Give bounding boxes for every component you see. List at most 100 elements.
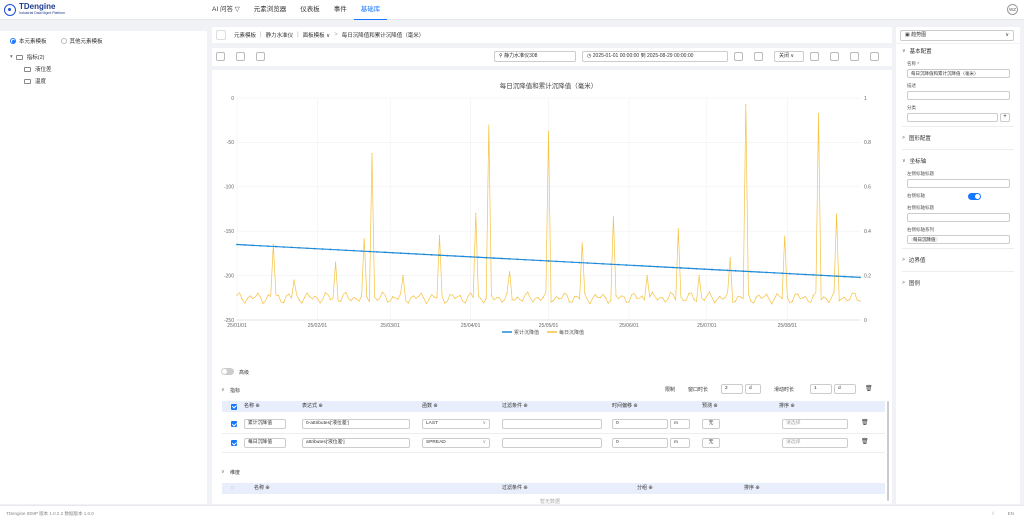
section-legend[interactable]: > 图例: [896, 276, 1020, 290]
view-select[interactable]: ▣ 趋势图 ∨: [900, 30, 1014, 41]
language-switch[interactable]: EN: [1008, 506, 1014, 522]
advanced-toggle[interactable]: [221, 368, 234, 375]
row-offset-unit[interactable]: m: [670, 438, 690, 448]
row-expression-input[interactable]: attributes['液位差']: [302, 438, 410, 448]
window-input[interactable]: 2: [721, 384, 743, 394]
delete-icon[interactable]: 🗑: [861, 438, 869, 445]
row-function-select[interactable]: SPREAD ∨: [422, 438, 490, 448]
y-right-tick-label: 0.2: [864, 273, 871, 279]
cumulative-series-point: [321, 248, 324, 250]
breadcrumb-item[interactable]: 静力水准仪: [266, 31, 294, 39]
radio-other-template[interactable]: 其他元素模板: [60, 37, 103, 45]
radio-this-template[interactable]: 本元素模板: [10, 37, 47, 45]
row-offset-input[interactable]: 0: [612, 438, 668, 448]
cumulative-series-point: [438, 254, 441, 257]
view-label: 趋势图: [911, 32, 927, 38]
row-offset-input[interactable]: 0: [612, 419, 668, 429]
daily-series-point: [636, 297, 638, 299]
daily-series-point: [542, 296, 544, 298]
collapse-sidebar-icon[interactable]: [216, 30, 226, 40]
row-filter-input[interactable]: [502, 438, 602, 448]
window-unit-select[interactable]: d: [745, 384, 761, 394]
history-icon[interactable]: [830, 52, 839, 61]
right-axis-toggle[interactable]: [968, 193, 981, 200]
daily-series-point: [553, 299, 555, 301]
row-filter-input[interactable]: [502, 419, 602, 429]
breadcrumb-item[interactable]: 面板模板 ∨: [303, 31, 331, 39]
save-icon[interactable]: [236, 52, 245, 61]
moon-icon[interactable]: ☾: [992, 506, 996, 522]
row-checkbox[interactable]: [231, 440, 237, 446]
daily-series-point: [303, 296, 306, 299]
left-axis-input[interactable]: [907, 179, 1010, 188]
row-function-select[interactable]: LAST ∨: [422, 419, 490, 429]
nav-library[interactable]: 基础库: [353, 0, 388, 20]
export-icon[interactable]: [810, 52, 819, 61]
footer: TDengine IDMP 版本 1.0.2.2 数据版本 1.0.0 ☾ EN: [0, 505, 1024, 522]
row-name-input[interactable]: 累计沉降值: [244, 419, 286, 429]
right-axis-series-select[interactable]: 每日沉降值: [907, 235, 1010, 244]
row-sort-select[interactable]: 请选择: [782, 419, 848, 429]
nav-element-browser[interactable]: 元素浏览器: [247, 0, 294, 20]
section-chart-config[interactable]: > 图形配置: [896, 131, 1020, 145]
cumulative-series-point: [415, 253, 418, 255]
cumulative-series-point: [329, 248, 332, 251]
nav-ai-qa[interactable]: AI 问答 ▽: [205, 0, 247, 20]
trend-chart[interactable]: 每日沉降值和累计沉降值（毫米）0-50-100-150-200-25010.80…: [212, 70, 892, 338]
auto-refresh-select[interactable]: 关闭 ∨: [774, 51, 804, 62]
slide-unit-select[interactable]: d: [834, 384, 856, 394]
add-category-button[interactable]: +: [1000, 113, 1010, 122]
cumulative-series-point: [617, 263, 620, 266]
breadcrumb-item[interactable]: 元素模板: [234, 31, 256, 39]
layout-icon[interactable]: [216, 52, 225, 61]
scrollbar[interactable]: [887, 401, 889, 501]
delete-icon[interactable]: 🗑: [865, 385, 873, 392]
row-offset-unit[interactable]: m: [670, 419, 690, 429]
device-selector[interactable]: ⚲ 静力水准仪308: [494, 51, 576, 62]
tree-group-metrics[interactable]: ▾ 指标(2): [10, 51, 197, 63]
nav-events[interactable]: 事件: [327, 0, 354, 20]
avatar[interactable]: WZ: [1007, 4, 1018, 15]
row-expression-input[interactable]: 0-attributes['液位差']: [302, 419, 410, 429]
fullscreen-icon[interactable]: [870, 52, 879, 61]
logo-icon: [4, 3, 16, 16]
link-icon[interactable]: [256, 52, 265, 61]
series-tag[interactable]: 每日沉降值: [911, 237, 938, 242]
section-basic[interactable]: ∨ 基本配置: [896, 44, 1020, 58]
right-axis-title-input[interactable]: [907, 213, 1010, 222]
row-name-input[interactable]: 每日沉降值: [244, 438, 286, 448]
copy-icon[interactable]: [850, 52, 859, 61]
select-all-checkbox[interactable]: □: [231, 483, 234, 494]
star-icon[interactable]: [734, 52, 743, 61]
row-forecast-button[interactable]: 无: [702, 419, 720, 429]
daily-series-point: [667, 298, 669, 300]
daily-series-point: [324, 292, 326, 294]
slide-input[interactable]: 1: [810, 384, 832, 394]
refresh-icon[interactable]: [754, 52, 763, 61]
tree-item-level-diff[interactable]: 液位差: [10, 63, 197, 75]
delete-icon[interactable]: 🗑: [861, 419, 869, 426]
tree-item-temperature[interactable]: 温度: [10, 75, 197, 87]
chevron-down-icon[interactable]: ∨: [221, 387, 225, 393]
nav-dashboard[interactable]: 仪表板: [293, 0, 327, 20]
section-border[interactable]: > 边界值: [896, 253, 1020, 267]
daily-series-point: [599, 296, 602, 299]
section-axis[interactable]: ∨ 坐标轴: [896, 154, 1020, 168]
dimensions-title: 维度: [230, 470, 241, 476]
row-checkbox[interactable]: [231, 421, 237, 427]
daily-series-point: [698, 275, 700, 277]
logo[interactable]: TDengine Industrial Data Mgmt Platform: [4, 3, 65, 16]
cumulative-series-point: [726, 269, 729, 272]
desc-input[interactable]: [907, 91, 1010, 100]
chevron-down-icon[interactable]: ∨: [221, 469, 225, 475]
row-sort-select[interactable]: 请选择: [782, 438, 848, 448]
daily-series-point: [838, 300, 840, 302]
table-row: 累计沉降值 0-attributes['液位差'] LAST ∨ 0 m 无 请选…: [222, 415, 885, 434]
cumulative-series-point: [508, 257, 511, 260]
time-range-picker[interactable]: ◷ 2025-01-01 00:00:00 到 2025-08-29 00:00…: [582, 51, 728, 62]
row-forecast-button[interactable]: 无: [702, 438, 720, 448]
name-input[interactable]: 每日沉降值和累计沉降值（毫米）: [907, 69, 1010, 78]
select-all-checkbox[interactable]: [231, 403, 237, 410]
category-select[interactable]: [907, 113, 998, 122]
cumulative-series-point: [742, 270, 745, 273]
